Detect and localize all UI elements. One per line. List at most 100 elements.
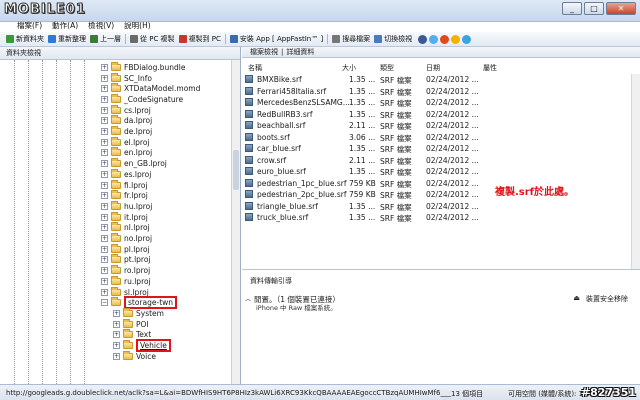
tree-item[interactable]: + cs.lproj bbox=[101, 104, 151, 116]
folder-tree-scrollbar[interactable] bbox=[231, 60, 240, 384]
file-row[interactable]: MercedesBenzSLSAMG... 1.35 ... SRF 檔案 02/24… bbox=[242, 97, 640, 109]
chevron-up-icon[interactable]: ︿ bbox=[245, 294, 251, 303]
file-row[interactable]: pedestrian_1pc_blue.srf 759 KB SRF 檔案 02/24… bbox=[242, 178, 640, 190]
file-row[interactable]: crow.srf 2.11 ... SRF 檔案 02/24/2012 ... bbox=[242, 155, 640, 167]
tree-item[interactable]: + SC_Info bbox=[101, 72, 152, 84]
share-icon[interactable] bbox=[429, 34, 439, 44]
file-list-scrollbar[interactable] bbox=[631, 74, 640, 270]
tree-item[interactable]: + POI bbox=[113, 318, 149, 330]
expand-icon[interactable]: + bbox=[101, 106, 108, 114]
toolbar-button-3[interactable]: 從 PC 複製 bbox=[130, 34, 175, 44]
share-icon[interactable] bbox=[418, 34, 428, 44]
tree-item[interactable]: + pl.lproj bbox=[101, 243, 150, 255]
toolbar-button-2[interactable]: 上一層 bbox=[90, 34, 121, 44]
file-row[interactable]: beachball.srf 2.11 ... SRF 檔案 02/24/2012 ..… bbox=[242, 120, 640, 132]
tree-item[interactable]: + nl.lproj bbox=[101, 222, 150, 234]
expand-icon[interactable]: + bbox=[101, 245, 108, 253]
tree-item[interactable]: + System bbox=[113, 307, 164, 319]
expand-icon[interactable]: + bbox=[101, 267, 108, 275]
tree-item[interactable]: + it.lproj bbox=[101, 211, 148, 223]
file-row[interactable]: BMXBike.srf 1.35 ... SRF 檔案 02/24/2012 ... bbox=[242, 74, 640, 86]
tree-item[interactable]: + FBDialog.bundle bbox=[101, 61, 185, 73]
tree-item[interactable]: + ro.lproj bbox=[101, 265, 150, 276]
tree-item[interactable]: + es.lproj bbox=[101, 168, 151, 180]
tree-item[interactable]: + Vehicle bbox=[113, 339, 171, 353]
tree-item[interactable]: + da.lproj bbox=[101, 115, 152, 127]
tab-file-view[interactable]: 檔案檢視 bbox=[250, 47, 278, 57]
toolbar-button-4[interactable]: 複製到 PC bbox=[178, 34, 221, 44]
expand-icon[interactable]: + bbox=[101, 288, 108, 296]
expand-icon[interactable]: + bbox=[101, 235, 108, 243]
tree-item[interactable]: + en.lproj bbox=[101, 147, 152, 159]
tree-item[interactable]: + XTDataModel.momd bbox=[101, 83, 200, 94]
tree-item[interactable]: + pt.lproj bbox=[101, 254, 151, 266]
tree-item[interactable]: + fr.lproj bbox=[101, 190, 148, 201]
expand-icon[interactable]: + bbox=[101, 160, 108, 168]
file-row[interactable]: pedestrian_2pc_blue.srf 759 KB SRF 檔案 02/24… bbox=[242, 189, 640, 201]
tree-item[interactable]: + Voice bbox=[113, 350, 156, 362]
file-row[interactable]: car_blue.srf 1.35 ... SRF 檔案 02/24/2012 ... bbox=[242, 143, 640, 155]
file-row[interactable]: truck_blue.srf 1.35 ... SRF 檔案 02/24/2012 .… bbox=[242, 212, 640, 224]
tab-details[interactable]: 詳細資料 bbox=[286, 47, 314, 57]
menu-view[interactable]: 檢視(V) bbox=[83, 19, 119, 32]
tree-item[interactable]: + _CodeSignature bbox=[101, 93, 183, 105]
tree-item[interactable]: + hu.lproj bbox=[101, 200, 152, 212]
file-row[interactable]: Ferrari458Italia.srf 1.35 ... SRF 檔案 02/24/… bbox=[242, 86, 640, 98]
expand-icon[interactable]: + bbox=[101, 181, 108, 189]
expand-icon[interactable]: + bbox=[113, 331, 120, 339]
folder-tree-scroll-thumb[interactable] bbox=[233, 150, 239, 190]
expand-icon[interactable]: + bbox=[113, 352, 120, 360]
eject-icon[interactable]: ⏏ bbox=[573, 294, 580, 302]
expand-icon[interactable]: + bbox=[101, 192, 108, 200]
column-size[interactable]: 大小 bbox=[342, 63, 356, 73]
toolbar-button-0[interactable]: 新資料夾 bbox=[6, 34, 44, 44]
tree-item[interactable]: + ru.lproj bbox=[101, 275, 151, 287]
expand-icon[interactable]: + bbox=[101, 138, 108, 146]
file-row[interactable]: RedBullRB3.srf 1.35 ... SRF 檔案 02/24/2012 .… bbox=[242, 109, 640, 121]
minimize-button[interactable]: _ bbox=[562, 2, 582, 15]
expand-icon[interactable]: + bbox=[101, 74, 108, 82]
file-row[interactable]: euro_blue.srf 1.35 ... SRF 檔案 02/24/2012 ..… bbox=[242, 166, 640, 178]
menu-file[interactable]: 檔案(F) bbox=[12, 19, 47, 32]
tree-item[interactable]: − storage-twn bbox=[101, 296, 178, 310]
tree-item[interactable]: + no.lproj bbox=[101, 233, 152, 244]
column-name[interactable]: 名稱 bbox=[248, 63, 262, 73]
share-icon[interactable] bbox=[462, 34, 472, 44]
expand-icon[interactable]: + bbox=[113, 309, 120, 317]
expand-icon[interactable]: + bbox=[101, 277, 108, 285]
expand-icon[interactable]: + bbox=[113, 320, 120, 328]
tree-item[interactable]: + el.lproj bbox=[101, 136, 150, 148]
column-attributes[interactable]: 屬性 bbox=[483, 63, 497, 73]
expand-icon[interactable]: + bbox=[101, 63, 108, 71]
collapse-icon[interactable]: − bbox=[101, 299, 108, 307]
toolbar-button-7[interactable]: 切換檢視 bbox=[374, 34, 412, 44]
menu-action[interactable]: 動作(A) bbox=[47, 19, 83, 32]
expand-icon[interactable]: + bbox=[101, 128, 108, 136]
file-row[interactable]: triangle_blue.srf 1.35 ... SRF 檔案 02/24/201… bbox=[242, 201, 640, 213]
expand-icon[interactable]: + bbox=[101, 224, 108, 232]
share-icon[interactable] bbox=[451, 34, 461, 44]
toolbar-button-6[interactable]: 搜尋檔案 bbox=[332, 34, 370, 44]
tree-item[interactable]: + fi.lproj bbox=[101, 179, 148, 191]
close-button[interactable]: ✕ bbox=[606, 2, 636, 15]
toolbar-button-5[interactable]: 安裝 App [ AppFastIn™ ] bbox=[229, 34, 323, 44]
expand-icon[interactable]: + bbox=[101, 213, 108, 221]
expand-icon[interactable]: + bbox=[113, 342, 120, 350]
expand-icon[interactable]: + bbox=[101, 117, 108, 125]
column-type[interactable]: 類型 bbox=[380, 63, 394, 73]
expand-icon[interactable]: + bbox=[101, 170, 108, 178]
expand-icon[interactable]: + bbox=[101, 256, 108, 264]
maximize-button[interactable]: □ bbox=[584, 2, 604, 15]
menu-help[interactable]: 說明(H) bbox=[119, 19, 156, 32]
expand-icon[interactable]: + bbox=[101, 149, 108, 157]
share-icon[interactable] bbox=[440, 34, 450, 44]
column-date[interactable]: 日期 bbox=[426, 63, 440, 73]
safe-eject-button[interactable]: 裝置安全移除 bbox=[586, 294, 628, 304]
expand-icon[interactable]: + bbox=[101, 85, 108, 93]
expand-icon[interactable]: + bbox=[101, 202, 108, 210]
tree-item[interactable]: + en_GB.lproj bbox=[101, 158, 167, 169]
file-row[interactable]: boots.srf 3.06 ... SRF 檔案 02/24/2012 ... bbox=[242, 132, 640, 144]
toolbar-button-1[interactable]: 重新整理 bbox=[48, 34, 86, 44]
tree-item[interactable]: + de.lproj bbox=[101, 126, 152, 137]
expand-icon[interactable]: + bbox=[101, 95, 108, 103]
